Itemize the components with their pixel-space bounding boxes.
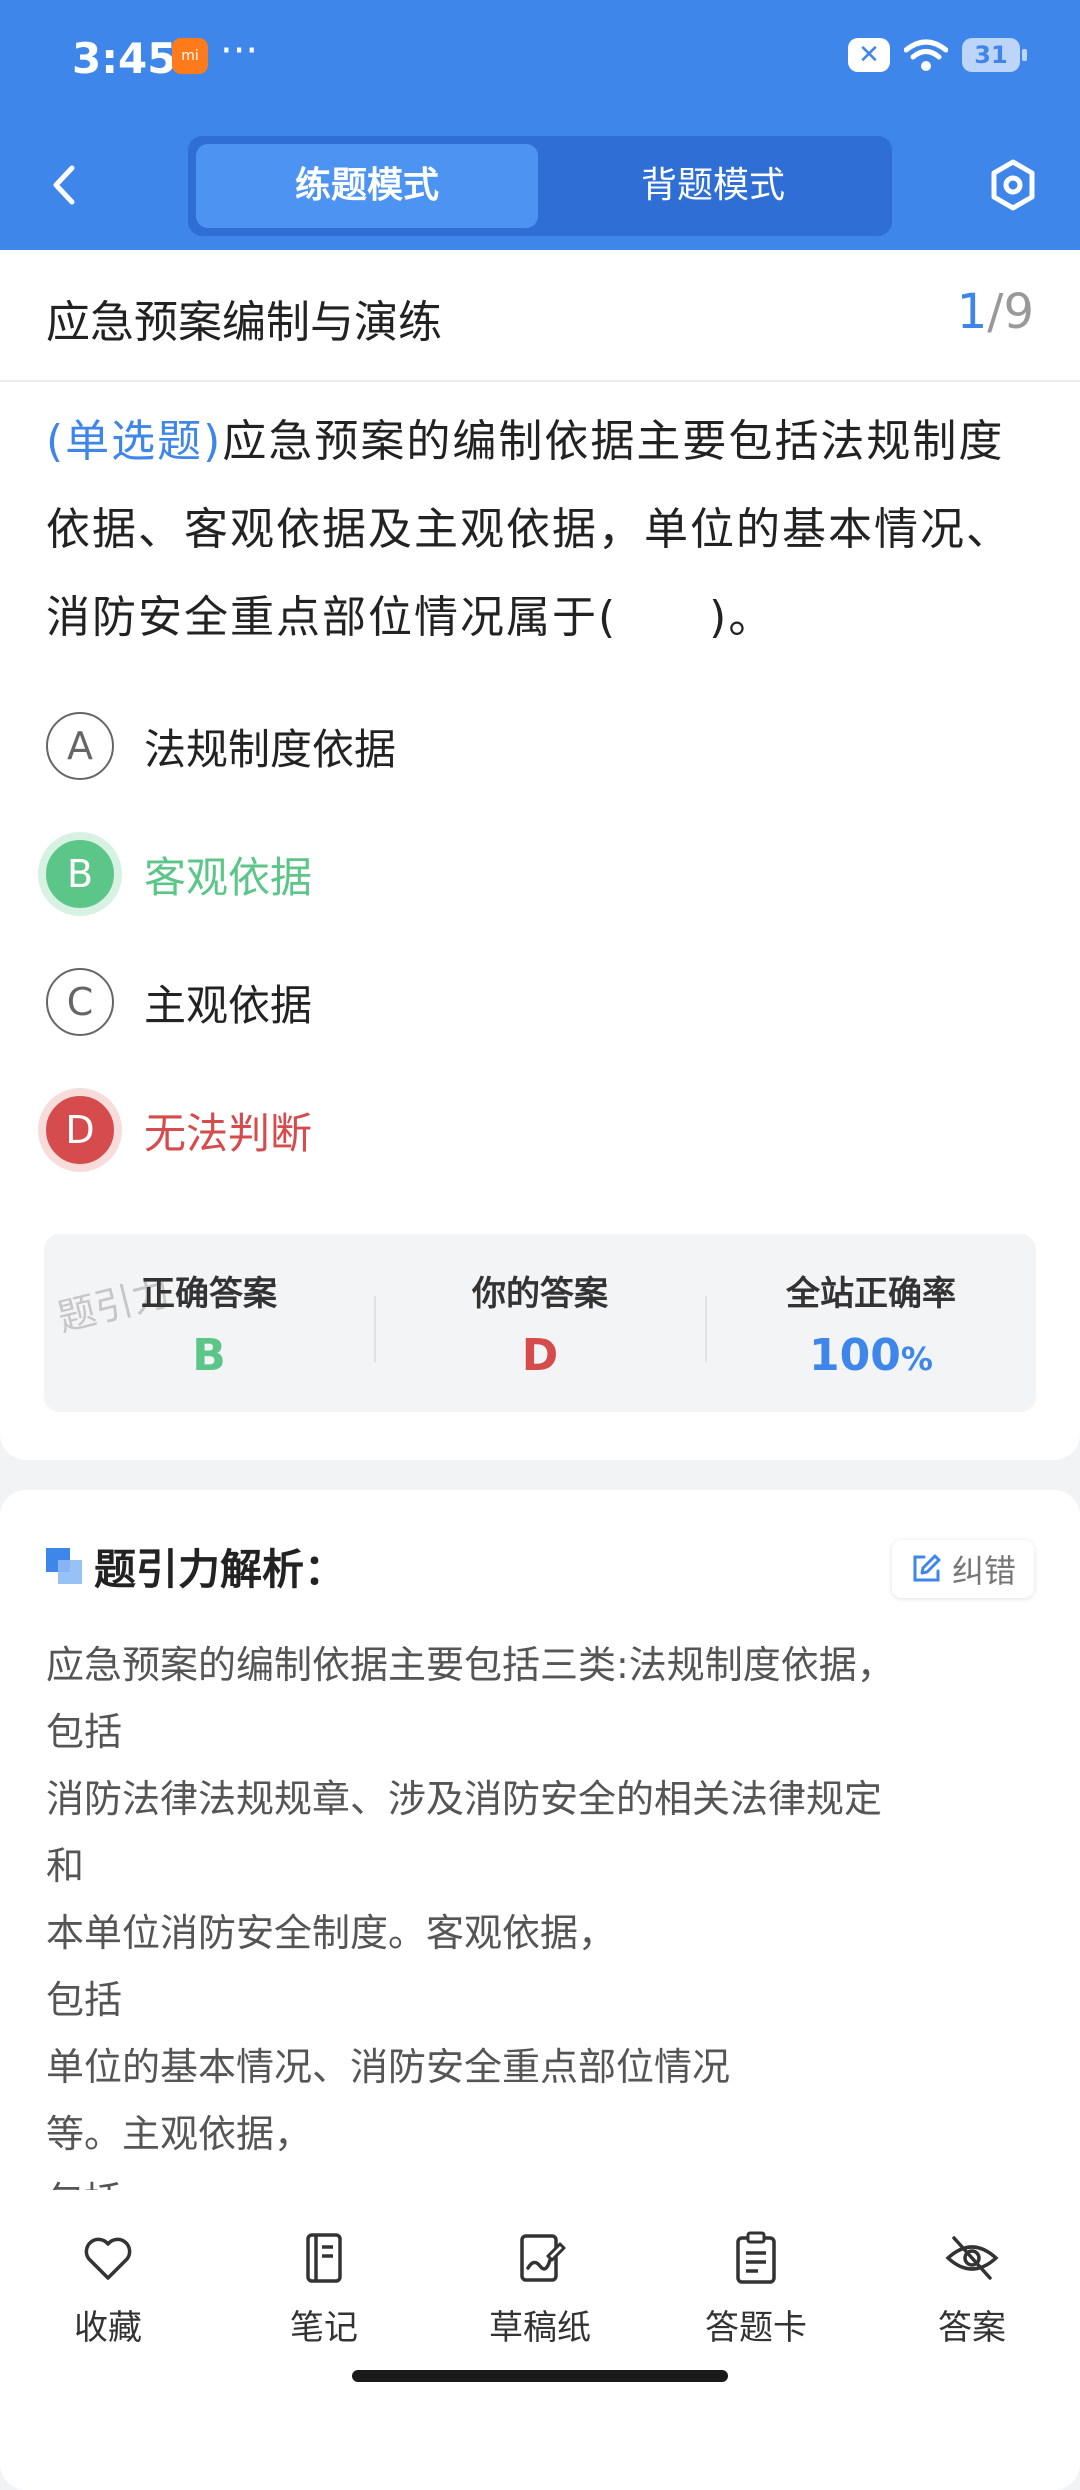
heart-icon bbox=[84, 2237, 132, 2280]
total-count: /9 bbox=[987, 284, 1034, 340]
no-sim-icon: ✕ bbox=[848, 38, 890, 72]
option-text: 主观依据 bbox=[144, 980, 313, 1030]
analysis-text: 应急预案的编制依据主要包括三类:法规制度依据， 包括 消防法律法规规章、涉及消防… bbox=[46, 1632, 1036, 2235]
stat-value: B bbox=[192, 1330, 226, 1381]
option-a[interactable]: A 法规制度依据 bbox=[46, 706, 396, 786]
chapter-row: 应急预案编制与演练 1/9 bbox=[0, 250, 1080, 382]
settings-hexagon-icon[interactable] bbox=[982, 150, 1044, 220]
option-letter: C bbox=[46, 968, 114, 1036]
battery-icon: 31 bbox=[962, 38, 1027, 72]
show-answer-label: 答案 bbox=[938, 2308, 1006, 2348]
mi-app-icon: mi bbox=[172, 38, 208, 74]
draft-label: 草稿纸 bbox=[489, 2308, 591, 2348]
notes-button[interactable]: 笔记 bbox=[249, 2230, 399, 2349]
analysis-line: 消防法律法规规章、涉及消防安全的相关法律规定 bbox=[46, 1777, 883, 1821]
analysis-line: 应急预案的编制依据主要包括三类:法规制度依据， bbox=[46, 1643, 895, 1687]
option-text: 无法判断 bbox=[144, 1108, 313, 1158]
option-text: 客观依据 bbox=[144, 852, 313, 902]
rate-unit: % bbox=[900, 1340, 933, 1378]
stat-your-answer: 你的答案 D bbox=[375, 1234, 705, 1412]
analysis-line: 包括 bbox=[46, 1710, 123, 1754]
option-c[interactable]: C 主观依据 bbox=[46, 962, 312, 1042]
stat-label: 正确答案 bbox=[141, 1274, 277, 1314]
back-arrow-icon[interactable] bbox=[40, 150, 90, 220]
option-text: 法规制度依据 bbox=[144, 724, 397, 774]
more-notifications-icon: ··· bbox=[220, 28, 259, 74]
draft-icon bbox=[520, 2234, 566, 2282]
stat-value: D bbox=[521, 1330, 559, 1381]
analysis-line: 包括 bbox=[46, 1978, 123, 2022]
analysis-line: 等。主观依据， bbox=[46, 2112, 313, 2156]
stat-correct-answer: 正确答案 B bbox=[44, 1234, 374, 1412]
stat-accuracy-rate: 全站正确率 100% bbox=[706, 1234, 1036, 1412]
eye-off-icon bbox=[945, 2236, 999, 2280]
chapter-title: 应急预案编制与演练 bbox=[46, 297, 442, 348]
analysis-line: 本单位消防安全制度。客观依据， bbox=[46, 1911, 617, 1955]
tab-practice-mode[interactable]: 练题模式 bbox=[196, 144, 538, 228]
status-icons: ✕ 31 bbox=[848, 38, 1027, 72]
edit-icon bbox=[913, 1554, 941, 1582]
current-index: 1 bbox=[956, 284, 988, 340]
rate-number: 100 bbox=[809, 1330, 901, 1381]
stat-value: 100% bbox=[706, 1330, 1036, 1381]
draft-button[interactable]: 草稿纸 bbox=[465, 2230, 615, 2349]
analysis-square-icon bbox=[46, 1548, 82, 1584]
report-label: 纠错 bbox=[951, 1552, 1016, 1590]
favorite-label: 收藏 bbox=[74, 2308, 142, 2348]
question-text: (单选题)应急预案的编制依据主要包括法规制度依据、客观依据及主观依据，单位的基本… bbox=[46, 398, 1042, 662]
option-b[interactable]: B 客观依据 bbox=[46, 834, 312, 914]
status-time: 3:45 bbox=[72, 34, 177, 83]
notes-label: 笔记 bbox=[290, 2308, 358, 2348]
analysis-line: 和 bbox=[46, 1844, 85, 1888]
show-answer-button[interactable]: 答案 bbox=[897, 2230, 1047, 2349]
question-type: (单选题) bbox=[46, 416, 223, 467]
question-card: 应急预案编制与演练 1/9 (单选题)应急预案的编制依据主要包括法规制度依据、客… bbox=[0, 250, 1080, 1460]
tab-recite-mode[interactable]: 背题模式 bbox=[542, 144, 884, 228]
report-error-button[interactable]: 纠错 bbox=[891, 1540, 1034, 1598]
answer-stats: 题引力 正确答案 B 你的答案 D 全站正确率 100% bbox=[44, 1234, 1036, 1412]
bottom-toolbar: 收藏 笔记 草稿纸 答题卡 答案 bbox=[0, 2190, 1080, 2400]
stat-label: 全站正确率 bbox=[786, 1274, 956, 1314]
analysis-title: 题引力解析： bbox=[94, 1545, 347, 1594]
wifi-icon bbox=[904, 39, 948, 71]
notebook-icon bbox=[306, 2233, 342, 2283]
home-indicator[interactable] bbox=[352, 2370, 728, 2382]
answer-sheet-label: 答题卡 bbox=[705, 2308, 807, 2348]
clipboard-icon bbox=[736, 2231, 776, 2284]
app-header: 3:45 mi ··· ✕ 31 练题模式 背题模式 bbox=[0, 0, 1080, 250]
analysis-line: 单位的基本情况、消防安全重点部位情况 bbox=[46, 2045, 731, 2089]
option-d[interactable]: D 无法判断 bbox=[46, 1090, 312, 1170]
stat-label: 你的答案 bbox=[472, 1274, 608, 1314]
option-letter: D bbox=[46, 1096, 114, 1164]
option-letter: B bbox=[46, 840, 114, 908]
favorite-button[interactable]: 收藏 bbox=[33, 2230, 183, 2349]
mode-switch: 练题模式 背题模式 bbox=[188, 136, 892, 236]
answer-sheet-button[interactable]: 答题卡 bbox=[681, 2230, 831, 2349]
option-letter: A bbox=[46, 712, 114, 780]
question-counter: 1/9 bbox=[957, 284, 1034, 340]
